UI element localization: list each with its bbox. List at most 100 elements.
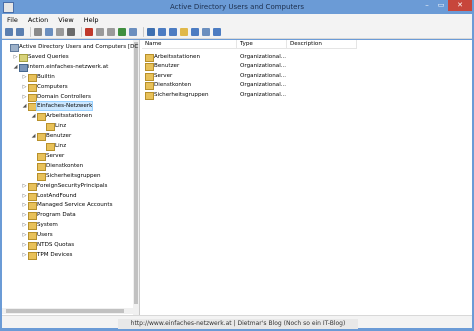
tree-node-label: Benutzer [46, 133, 72, 140]
list-item-name: Sicherheitsgruppen [154, 91, 209, 98]
column-header-description[interactable]: Description [287, 40, 357, 49]
title-bar[interactable]: Active Directory Users and Computers – ▭… [0, 0, 474, 14]
expander-arrow-icon[interactable]: ▷ [22, 251, 27, 259]
list-item[interactable]: Dienstkonten Organizational... [142, 81, 472, 91]
list-item-name: Benutzer [154, 63, 180, 70]
back-icon[interactable] [5, 27, 13, 36]
tree-node-label: LostAndFound [37, 192, 77, 199]
expander-arrow-icon[interactable]: ▷ [22, 241, 27, 249]
forward-icon[interactable] [16, 27, 24, 36]
tree-node-label: ForeignSecurityPrincipals [37, 182, 108, 189]
list-item-name: Arbeitsstationen [154, 54, 201, 60]
organizational-unit-icon [145, 63, 154, 72]
list-item[interactable]: Arbeitsstationen Organizational... [142, 53, 472, 62]
tree-node-label: Einfaches-Netzwerk [35, 101, 94, 112]
show-hide-tree-icon[interactable] [45, 27, 53, 36]
menu-action[interactable]: Action [23, 16, 53, 24]
tree-horizontal-scrollbar[interactable] [2, 308, 133, 314]
window-title: Active Directory Users and Computers [169, 3, 305, 11]
help-icon[interactable] [147, 27, 155, 36]
container-folder-icon [28, 83, 37, 92]
tree-node-label: NTDS Quotas [37, 242, 75, 248]
expander-arrow-icon[interactable]: ▷ [22, 211, 27, 219]
list-item-type: Organizational... [240, 63, 287, 70]
container-folder-icon [28, 232, 37, 241]
refresh-icon[interactable] [118, 27, 126, 36]
filter-icon[interactable] [191, 27, 199, 36]
expander-arrow-icon[interactable]: ▷ [22, 182, 27, 190]
add-to-group-icon[interactable] [213, 27, 221, 36]
new-user-icon[interactable] [158, 27, 166, 36]
tree-node-label: TPM Devices [37, 251, 73, 258]
expander-arrow-icon[interactable]: ▷ [22, 192, 27, 200]
container-folder-icon [28, 202, 37, 211]
close-button[interactable]: ✕ [448, 0, 472, 11]
tree-scroll-thumb[interactable] [134, 42, 138, 304]
expander-arrow-icon[interactable]: ▷ [22, 221, 27, 229]
menu-help[interactable]: Help [79, 16, 104, 24]
expander-arrow-icon[interactable]: ◢ [31, 132, 36, 140]
main-content: Active Directory Users and Computers [DC… [2, 40, 472, 315]
expander-arrow-icon[interactable]: ▷ [22, 83, 27, 91]
expander-arrow-icon[interactable]: ▷ [22, 73, 27, 81]
cut-icon[interactable] [96, 27, 104, 36]
export-list-icon[interactable] [129, 27, 137, 36]
expander-arrow-icon[interactable]: ◢ [13, 63, 18, 71]
details-pane: Name Type Description Arbeitsstationen Or… [142, 40, 472, 315]
expander-arrow-icon[interactable]: ▷ [22, 201, 27, 209]
minimize-button[interactable]: – [420, 0, 434, 11]
list-item-type: Organizational... [240, 72, 287, 79]
container-folder-icon [28, 212, 37, 221]
list-item-type: Organizational... [240, 54, 287, 60]
find-icon[interactable] [202, 27, 210, 36]
container-folder-icon [28, 182, 37, 191]
properties-icon[interactable] [67, 27, 75, 36]
toolbar-separator [143, 26, 144, 37]
tree-node-label: Computers [37, 83, 68, 90]
list-item[interactable]: Server Organizational... [142, 72, 472, 81]
expander-arrow-icon[interactable]: ◢ [31, 112, 36, 120]
tree-vertical-scrollbar[interactable] [133, 40, 139, 315]
toolbar-separator [30, 26, 31, 37]
column-header-type[interactable]: Type [237, 40, 287, 49]
new-ou-icon[interactable] [180, 27, 188, 36]
organizational-unit-icon [28, 93, 37, 102]
organizational-unit-icon [145, 82, 154, 91]
tree-node-label: Managed Service Accounts [37, 202, 113, 209]
menu-view[interactable]: View [53, 16, 78, 24]
column-header-name[interactable]: Name [142, 40, 237, 49]
tree-node-label: Arbeitsstationen [46, 113, 93, 120]
expander-arrow-icon[interactable]: ◢ [22, 102, 27, 110]
console-tree: Active Directory Users and Computers [DC… [2, 40, 140, 315]
tree-node-label: Builtin [37, 73, 55, 80]
tree-hscroll-thumb[interactable] [6, 309, 124, 313]
delete-icon[interactable] [85, 27, 93, 36]
organizational-unit-icon [28, 103, 37, 112]
organizational-unit-icon [46, 123, 55, 132]
tree-node-label: Linz [55, 123, 67, 130]
container-folder-icon [28, 73, 37, 82]
watermark-banner: http://www.einfaches-netzwerk.at | Dietm… [118, 319, 358, 329]
expander-arrow-icon[interactable]: ▷ [13, 53, 18, 61]
list-item[interactable]: Benutzer Organizational... [142, 62, 472, 72]
saved-queries-icon [19, 53, 28, 62]
list-item-type: Organizational... [240, 91, 287, 98]
expander-arrow-icon[interactable]: ▷ [22, 231, 27, 239]
list-item[interactable]: Sicherheitsgruppen Organizational... [142, 91, 472, 100]
tree-node-label: Dienstkonten [46, 162, 84, 169]
expander-arrow-icon[interactable]: ▷ [22, 93, 27, 101]
tree-node-label: intern.einfaches-netzwerk.at [28, 63, 109, 70]
tree-node-label: Sicherheitsgruppen [46, 172, 101, 179]
container-folder-icon [28, 192, 37, 201]
paste-icon[interactable] [107, 27, 115, 36]
copy-icon[interactable] [56, 27, 64, 36]
menu-file[interactable]: File [2, 16, 23, 24]
domain-icon [19, 63, 28, 72]
organizational-unit-icon [145, 72, 154, 81]
new-group-icon[interactable] [169, 27, 177, 36]
up-icon[interactable] [34, 27, 42, 36]
maximize-button[interactable]: ▭ [434, 0, 448, 11]
tree-node-label: Program Data [37, 212, 76, 219]
